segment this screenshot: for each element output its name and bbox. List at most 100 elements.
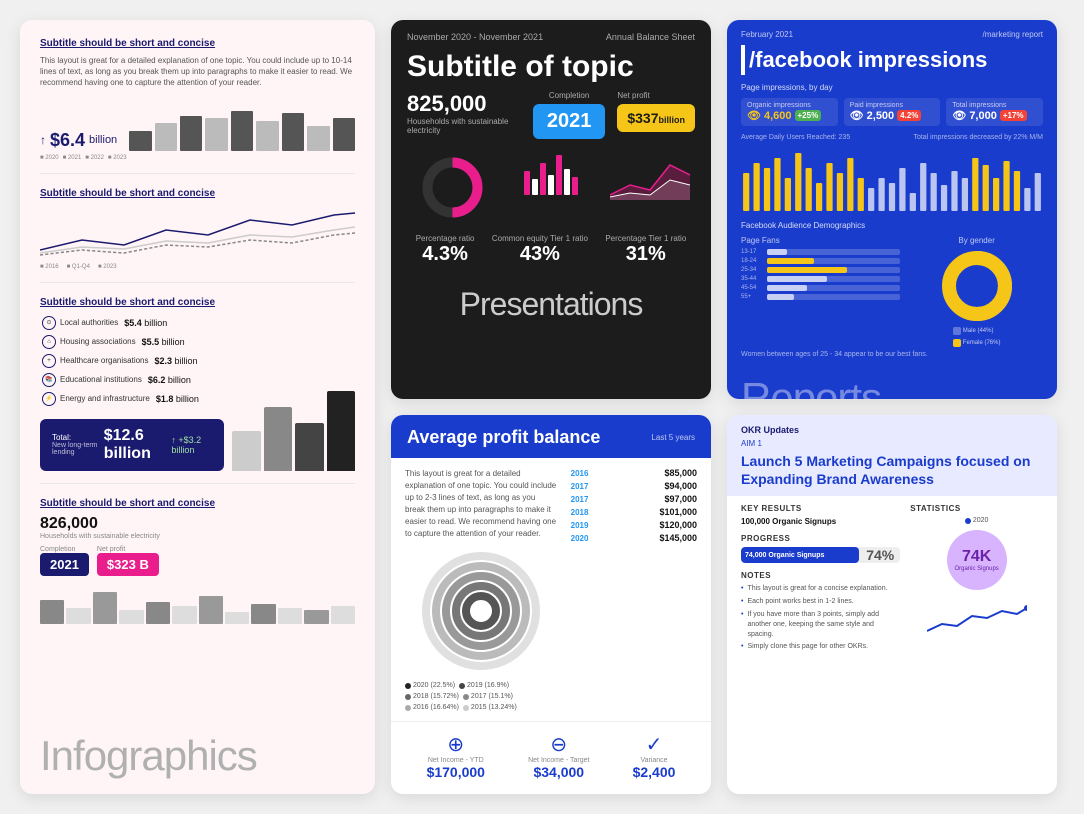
section4-stat: 826,000 [40, 515, 355, 533]
profit-year-2017a: 2017 $94,000 [571, 481, 697, 491]
check-icon: ✓ [633, 732, 676, 757]
pres-donut [407, 155, 498, 220]
profit-kpi-ytd: ⊕ Net Income - YTD $170,000 [427, 732, 485, 780]
okr-year-dots: 2020 [965, 517, 989, 524]
fb-title-bar [741, 45, 745, 75]
reports-label: Reports [727, 364, 1057, 399]
profit-title: Average profit balance [407, 427, 600, 448]
pres-stats: 825,000 Households with sustainable elec… [391, 91, 711, 149]
section2-line-chart [40, 205, 355, 260]
okr-aim-label: AIM 1 [741, 439, 1043, 448]
table-row: ⊙Local authorities $5.4 billion [42, 316, 222, 330]
table-row: ⌂Housing associations $5.5 billion [42, 335, 222, 349]
pres-pct1: Percentage ratio 4.3% [416, 234, 475, 266]
fb-women-note: Women between ages of 25 - 34 appear to … [741, 351, 1043, 358]
year-2020-dot: 2020 [965, 517, 989, 524]
fb-bar-chart [727, 143, 1057, 213]
pres-year: 2021 [533, 104, 606, 139]
okr-note-2: Each point works best in 1-2 lines. [741, 597, 900, 607]
card-okr: OKR Updates AIM 1 Launch 5 Marketing Cam… [727, 415, 1057, 794]
okr-note-3: If you have more than 3 points, simply a… [741, 610, 900, 639]
card-infographics: Subtitle should be short and concise Thi… [20, 20, 375, 794]
card-profit: Average profit balance Last 5 years This… [391, 415, 711, 794]
total-row: Total: New long-term lending $12.6 billi… [40, 419, 224, 471]
pres-chart-row [391, 149, 711, 226]
infographic-section-4: Subtitle should be short and concise 826… [40, 498, 355, 624]
okr-note-4: Simply clone this page for other OKRs. [741, 642, 900, 652]
profit-label: Net profit [97, 546, 159, 553]
okr-result-1: 100,000 Organic Signups [741, 517, 900, 526]
fb-type: /marketing report [983, 30, 1043, 39]
concentric-chart [405, 551, 557, 671]
minus-icon: ⊖ [528, 732, 589, 757]
healthcare-icon: + [42, 354, 56, 368]
pres-title: Subtitle of topic [391, 50, 711, 91]
fb-title: /facebook impressions [727, 45, 1057, 83]
pres-stat-households: 825,000 Households with sustainable elec… [407, 91, 521, 135]
okr-two-col: KEY RESULTS 100,000 Organic Signups PROG… [741, 504, 1043, 655]
fb-demographics: Facebook Audience Demographics Page Fans… [727, 213, 1057, 364]
table-row: 📚Educational institutions $6.2 billion [42, 373, 222, 387]
fb-avg-note: Average Daily Users Reached: 235 [741, 134, 850, 141]
fb-section1-title: Page impressions, by day [727, 83, 1057, 98]
pres-header: November 2020 - November 2021 Annual Bal… [391, 20, 711, 50]
section4-stat-label: Households with sustainable electricity [40, 533, 355, 540]
pres-sheet-type: Annual Balance Sheet [606, 32, 695, 42]
total-sublabel: New long-term lending [52, 442, 104, 456]
education-icon: 📚 [42, 373, 56, 387]
profit-header: Average profit balance Last 5 years [391, 415, 711, 458]
section4-title: Subtitle should be short and concise [40, 498, 355, 509]
profit-year-2019: 2019 $120,000 [571, 520, 697, 530]
okr-mini-line-chart [927, 596, 1027, 636]
okr-body: KEY RESULTS 100,000 Organic Signups PROG… [727, 496, 1057, 794]
pres-area-chart [604, 155, 695, 220]
pres-donut-svg [420, 155, 485, 220]
pres-pct3: Percentage Tier 1 ratio 31% [605, 234, 686, 266]
profit-val: $323 B [97, 553, 159, 576]
pres-completion-label: Completion [549, 91, 589, 100]
okr-right: STATISTICS 2020 74K Organic Signups [910, 504, 1043, 655]
section1-bar-chart [129, 101, 355, 151]
pres-date-range: November 2020 - November 2021 [407, 32, 543, 42]
table-row: +Healthcare organisations $2.3 billion [42, 354, 222, 368]
card-reports: February 2021 /marketing report /faceboo… [727, 20, 1057, 399]
okr-title: Launch 5 Marketing Campaigns focused on … [741, 452, 1043, 488]
profit-year-2020: 2020 $145,000 [571, 533, 697, 543]
okr-progress: 74,000 Organic Signups 74% [741, 547, 900, 563]
fb-metric-total: Total impressions 👁 7,000 +17% [946, 98, 1043, 126]
profit-years: 2016 $85,000 2017 $94,000 2017 $97,000 2… [571, 468, 697, 543]
pres-profit-val: $337billion [617, 104, 695, 132]
main-canvas: Subtitle should be short and concise Thi… [0, 0, 1084, 814]
okr-notes: This layout is great for a concise expla… [741, 584, 900, 652]
fb-header: February 2021 /marketing report [727, 20, 1057, 45]
profit-kpi-target: ⊖ Net Income - Target $34,000 [528, 732, 589, 780]
pres-profit-label: Net profit [617, 91, 695, 100]
okr-header: OKR Updates AIM 1 Launch 5 Marketing Cam… [727, 415, 1057, 496]
profit-right: 2016 $85,000 2017 $94,000 2017 $97,000 2… [571, 468, 697, 711]
section1-stat: ↑ $6.4 billion [40, 130, 117, 151]
fb-date: February 2021 [741, 30, 793, 39]
section1-subtitle: This layout is great for a detailed expl… [40, 55, 355, 89]
profit-bottom: ⊕ Net Income - YTD $170,000 ⊖ Net Income… [391, 721, 711, 794]
completion-val: 2021 [40, 553, 89, 576]
infographic-section-3: Subtitle should be short and concise ⊙Lo… [40, 297, 355, 484]
total-label: Total: [52, 433, 104, 442]
profit-year-2016: 2016 $85,000 [571, 468, 697, 478]
pres-bottom-stats: Percentage ratio 4.3% Common equity Tier… [391, 226, 711, 276]
local-auth-icon: ⊙ [42, 316, 56, 330]
profit-kpi-variance: ✓ Variance $2,400 [633, 732, 676, 780]
plus-icon: ⊕ [427, 732, 485, 757]
okr-note-1: This layout is great for a concise expla… [741, 584, 900, 594]
okr-key-results: KEY RESULTS 100,000 Organic Signups [741, 504, 900, 526]
presentations-label: Presentations [391, 276, 711, 337]
profit-desc: This layout is great for a detailed expl… [405, 468, 557, 540]
pres-bars-chart [506, 155, 597, 220]
okr-stat-circle: 74K Organic Signups [947, 530, 1007, 590]
profit-left: This layout is great for a detailed expl… [405, 468, 557, 711]
card-presentations: November 2020 - November 2021 Annual Bal… [391, 20, 711, 399]
profit-year-2017b: 2017 $97,000 [571, 494, 697, 504]
table-row: ⚡Energy and infrastructure $1.8 billion [42, 392, 222, 406]
section3-table: ⊙Local authorities $5.4 billion ⌂Housing… [40, 314, 224, 413]
total-change: ↑ +$3.2 billion [171, 435, 212, 455]
fb-metrics: Organic impressions 👁 4,600 +25% Paid im… [727, 98, 1057, 134]
